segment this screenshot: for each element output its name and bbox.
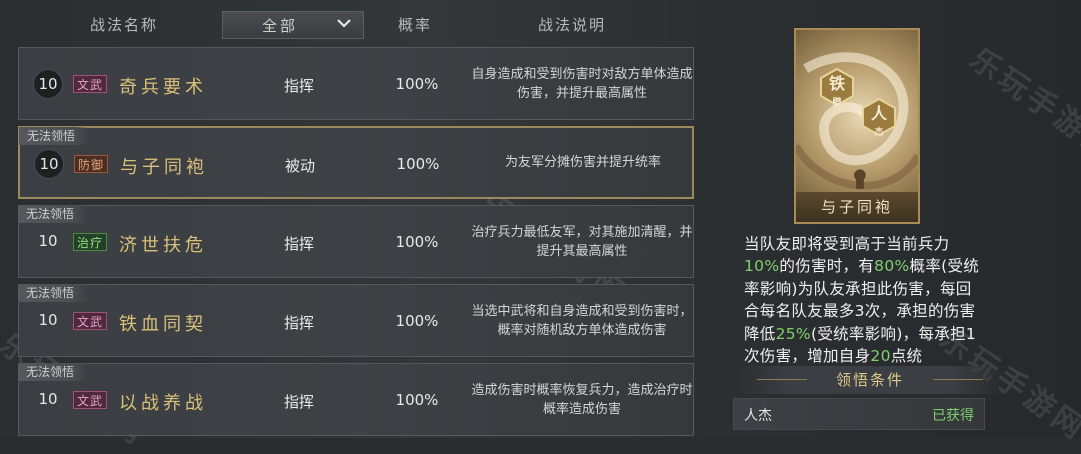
- level-badge: 10: [38, 390, 58, 408]
- locked-tag: 无法领悟: [18, 363, 89, 381]
- tactic-kind: 指挥: [283, 77, 314, 95]
- filter-value: 全部: [261, 16, 298, 35]
- tactic-description: 造成伤害时概率恢复兵力，造成治疗时概率造成伤害: [471, 382, 693, 417]
- tactic-probability: 100%: [395, 391, 439, 409]
- tactic-kind: 被动: [284, 157, 315, 175]
- divider: [933, 379, 983, 380]
- tactic-name: 铁血同契: [119, 314, 207, 335]
- type-tag: 文武: [73, 312, 108, 330]
- detail-highlight: 80%: [874, 257, 910, 276]
- condition-name: 人杰: [744, 408, 772, 424]
- tactic-detail-text: 当队友即将受到高于当前兵力10%的伤害时，有80%概率(受统率影响)为队友承担此…: [744, 233, 980, 369]
- badge-tiebi: 铁 壁: [820, 67, 854, 108]
- tactic-row[interactable]: 无法领悟 10 文武 以战养战 指挥 100% 造成伤害时概率恢复兵力，造成治疗…: [18, 363, 694, 436]
- col-header-desc: 战法说明: [538, 16, 607, 34]
- tactic-probability: 100%: [395, 233, 439, 251]
- card-name: 与子同袍: [796, 192, 918, 222]
- tactic-probability: 100%: [396, 155, 440, 173]
- locked-tag: 无法领悟: [19, 127, 90, 145]
- tactic-kind: 指挥: [283, 235, 314, 253]
- condition-row: 人杰 已获得: [733, 398, 985, 430]
- detail-text: 当队友即将受到高于当前兵力: [744, 235, 950, 253]
- type-filter-dropdown[interactable]: 全部: [222, 11, 364, 39]
- tactic-description: 治疗兵力最低友军，对其施加清醒，并提升其最高属性: [471, 224, 693, 259]
- tactic-probability: 100%: [395, 75, 439, 93]
- type-tag: 文武: [73, 391, 108, 409]
- tactic-name: 以战养战: [119, 393, 207, 414]
- tactic-row-selected[interactable]: 无法领悟 10 防御 与子同袍 被动 100% 为友军分摊伤害并提升统率: [18, 126, 694, 199]
- type-tag: 文武: [73, 75, 108, 93]
- col-header-prob: 概率: [398, 16, 433, 34]
- badge-sub: 杰: [874, 127, 884, 138]
- level-badge: 10: [38, 311, 58, 329]
- type-tag: 治疗: [73, 233, 108, 251]
- tactic-kind: 指挥: [283, 314, 314, 332]
- badge-sub: 壁: [832, 97, 842, 108]
- detail-highlight: 10%: [744, 257, 780, 276]
- tactic-description: 当选中武将和自身造成和受到伤害时，概率对随机敌方单体造成伤害: [471, 303, 693, 338]
- tactic-row[interactable]: 无法领悟 10 治疗 济世扶危 指挥 100% 治疗兵力最低友军，对其施加清醒，…: [18, 205, 694, 278]
- locked-tag: 无法领悟: [18, 205, 89, 223]
- tactic-name: 与子同袍: [120, 157, 208, 178]
- tactic-row[interactable]: 10 文武 奇兵要术 指挥 100% 自身造成和受到伤害时对敌方单体造成伤害，并…: [18, 47, 694, 120]
- detail-text: 的伤害时，有: [779, 257, 875, 276]
- condition-title-text: 领悟条件: [835, 371, 904, 389]
- level-badge: 10: [38, 232, 58, 250]
- tactic-row[interactable]: 无法领悟 10 文武 铁血同契 指挥 100% 当选中武将和自身造成和受到伤害时…: [18, 284, 694, 357]
- condition-status: 已获得: [932, 408, 974, 424]
- tactic-kind: 指挥: [283, 393, 314, 411]
- detail-highlight: 25%: [775, 324, 811, 343]
- tactic-card-image: 铁 壁 人 杰 与子同袍: [794, 28, 920, 224]
- divider: [757, 379, 807, 380]
- tactic-description: 为友军分摊伤害并提升统率: [504, 155, 661, 170]
- level-badge: 10: [34, 149, 64, 179]
- detail-text: 点统: [890, 347, 923, 366]
- tactic-name: 奇兵要术: [119, 77, 207, 98]
- tactic-name: 济世扶危: [119, 235, 207, 256]
- tactic-description: 自身造成和受到伤害时对敌方单体造成伤害，并提升最高属性: [471, 66, 693, 101]
- col-header-name: 战法名称: [90, 16, 159, 34]
- type-tag: 防御: [74, 155, 109, 173]
- tactic-probability: 100%: [395, 312, 439, 330]
- detail-highlight: 20: [870, 347, 891, 366]
- table-header: 战法名称 全部 概率 战法说明: [0, 0, 705, 46]
- level-badge: 10: [33, 69, 63, 99]
- badge-renjie: 人 杰: [862, 97, 896, 138]
- condition-title: 领悟条件: [735, 366, 1005, 394]
- chevron-down-icon: [337, 19, 351, 28]
- locked-tag: 无法领悟: [18, 284, 89, 302]
